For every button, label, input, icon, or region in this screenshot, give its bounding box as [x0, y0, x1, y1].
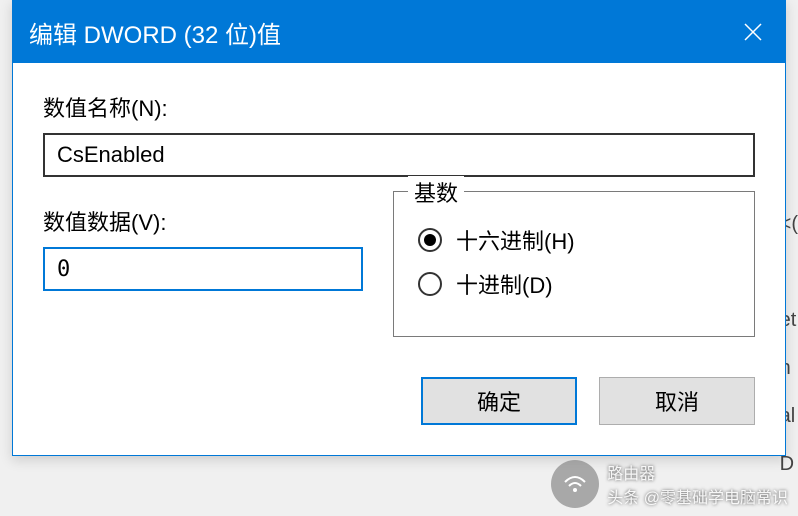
value-data-input[interactable]	[43, 247, 363, 291]
dialog-body: 数值名称(N): 数值数据(V): 基数 十六进制(H) 十进制(D)	[13, 63, 785, 455]
value-name-label: 数值名称(N):	[43, 91, 755, 123]
edit-dword-dialog: 编辑 DWORD (32 位)值 数值名称(N): 数值数据(V): 基数	[12, 0, 786, 456]
watermark-brand: 路由器	[607, 460, 788, 484]
radio-dec-label: 十进制(D)	[456, 268, 553, 300]
watermark: 路由器 头条 @零基础学电脑常识	[551, 460, 788, 508]
radio-decimal[interactable]: 十进制(D)	[418, 268, 730, 300]
ok-button[interactable]: 确定	[421, 377, 577, 425]
wifi-icon	[561, 470, 589, 498]
dialog-title: 编辑 DWORD (32 位)值	[29, 15, 281, 50]
value-data-label: 数值数据(V):	[43, 205, 363, 237]
button-row: 确定 取消	[43, 377, 755, 425]
radio-hexadecimal[interactable]: 十六进制(H)	[418, 224, 730, 256]
radio-hex-label: 十六进制(H)	[456, 224, 575, 256]
base-legend: 基数	[408, 176, 464, 208]
cancel-button[interactable]: 取消	[599, 377, 755, 425]
value-name-input[interactable]	[43, 133, 755, 177]
base-fieldset: 基数 十六进制(H) 十进制(D)	[393, 191, 755, 337]
titlebar: 编辑 DWORD (32 位)值	[13, 1, 785, 63]
radio-icon	[418, 228, 442, 252]
watermark-credit: 头条 @零基础学电脑常识	[607, 484, 788, 508]
radio-icon	[418, 272, 442, 296]
close-button[interactable]	[721, 1, 785, 63]
router-icon	[551, 460, 599, 508]
close-icon	[744, 23, 762, 41]
